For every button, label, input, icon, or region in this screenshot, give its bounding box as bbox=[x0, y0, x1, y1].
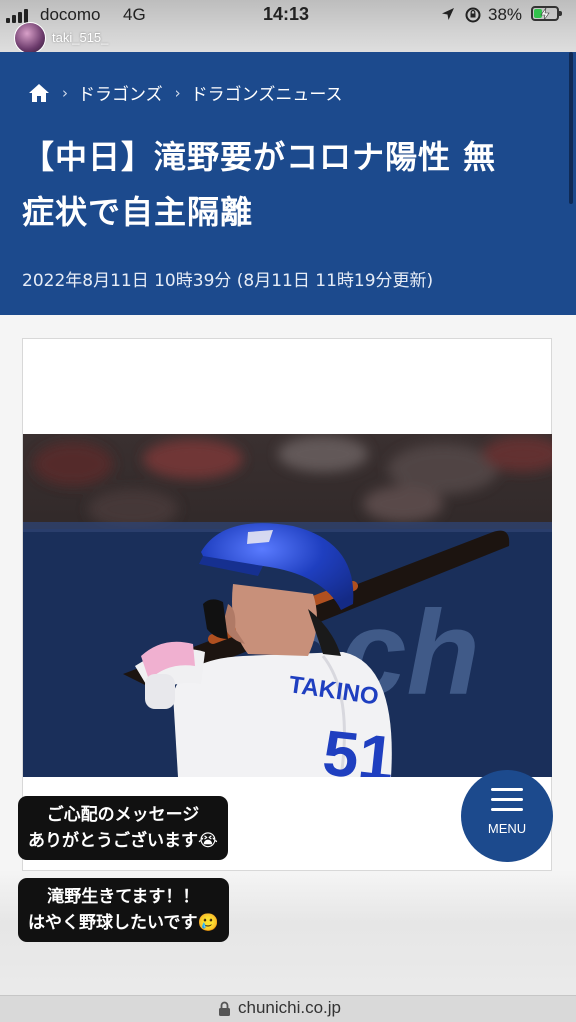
network-type: 4G bbox=[123, 5, 146, 24]
headline-line-2: 症状で自主隔離 bbox=[22, 193, 254, 231]
carrier-name: docomo bbox=[40, 5, 101, 24]
article-header: › ドラゴンズ › ドラゴンズニュース 【中日】滝野要がコロナ陽性 無 症状で自… bbox=[0, 52, 576, 315]
home-icon[interactable] bbox=[28, 83, 50, 103]
sticker-thanks-line-1: ご心配のメッセージ bbox=[46, 805, 200, 825]
menu-button[interactable]: MENU bbox=[461, 770, 553, 862]
sticker-alive-line-2: はやく野球したいです🥲 bbox=[28, 913, 219, 933]
breadcrumb-item-dragons[interactable]: ドラゴンズ bbox=[78, 80, 163, 105]
battery-percent: 38% bbox=[488, 5, 523, 24]
hamburger-icon bbox=[461, 788, 553, 811]
lock-icon bbox=[219, 1001, 230, 1016]
rotation-lock-icon bbox=[465, 7, 481, 23]
jersey-number: 51 bbox=[320, 716, 398, 777]
breadcrumb: › ドラゴンズ › ドラゴンズニュース bbox=[28, 80, 342, 105]
article-photo[interactable]: sch TAKINO 51 bbox=[23, 434, 552, 777]
scrollbar-thumb[interactable] bbox=[569, 52, 573, 204]
chevron-right-icon: › bbox=[62, 83, 68, 102]
story-sticker-thanks: ご心配のメッセージ ありがとうございます😭 bbox=[18, 796, 228, 860]
sticker-thanks-line-2: ありがとうございます😭 bbox=[28, 831, 218, 851]
status-bar: docomo 4G 14:13 38% taki_515_ bbox=[0, 0, 576, 54]
story-username[interactable]: taki_515_ bbox=[52, 30, 108, 45]
url-bar[interactable]: chunichi.co.jp bbox=[0, 995, 576, 1022]
story-avatar[interactable] bbox=[14, 22, 46, 54]
batter-photo: sch TAKINO 51 bbox=[23, 434, 552, 777]
battery-charging-icon bbox=[531, 6, 562, 21]
headline-line-1: 【中日】滝野要がコロナ陽性 無 bbox=[22, 138, 497, 176]
breadcrumb-item-dragons-news[interactable]: ドラゴンズニュース bbox=[191, 80, 343, 105]
menu-label: MENU bbox=[487, 821, 527, 836]
signal-icon bbox=[6, 9, 28, 23]
article-headline: 【中日】滝野要がコロナ陽性 無 症状で自主隔離 bbox=[22, 130, 562, 240]
sticker-alive-line-1: 滝野生きてます！！ bbox=[47, 887, 200, 907]
chevron-right-icon: › bbox=[174, 83, 181, 102]
article-dateline: 2022年8月11日 10時39分 (8月11日 11時19分更新) bbox=[22, 271, 434, 291]
url-domain: chunichi.co.jp bbox=[238, 998, 342, 1017]
location-arrow-icon bbox=[442, 8, 454, 20]
status-time: 14:13 bbox=[263, 4, 310, 24]
story-sticker-alive: 滝野生きてます！！ はやく野球したいです🥲 bbox=[18, 878, 229, 942]
